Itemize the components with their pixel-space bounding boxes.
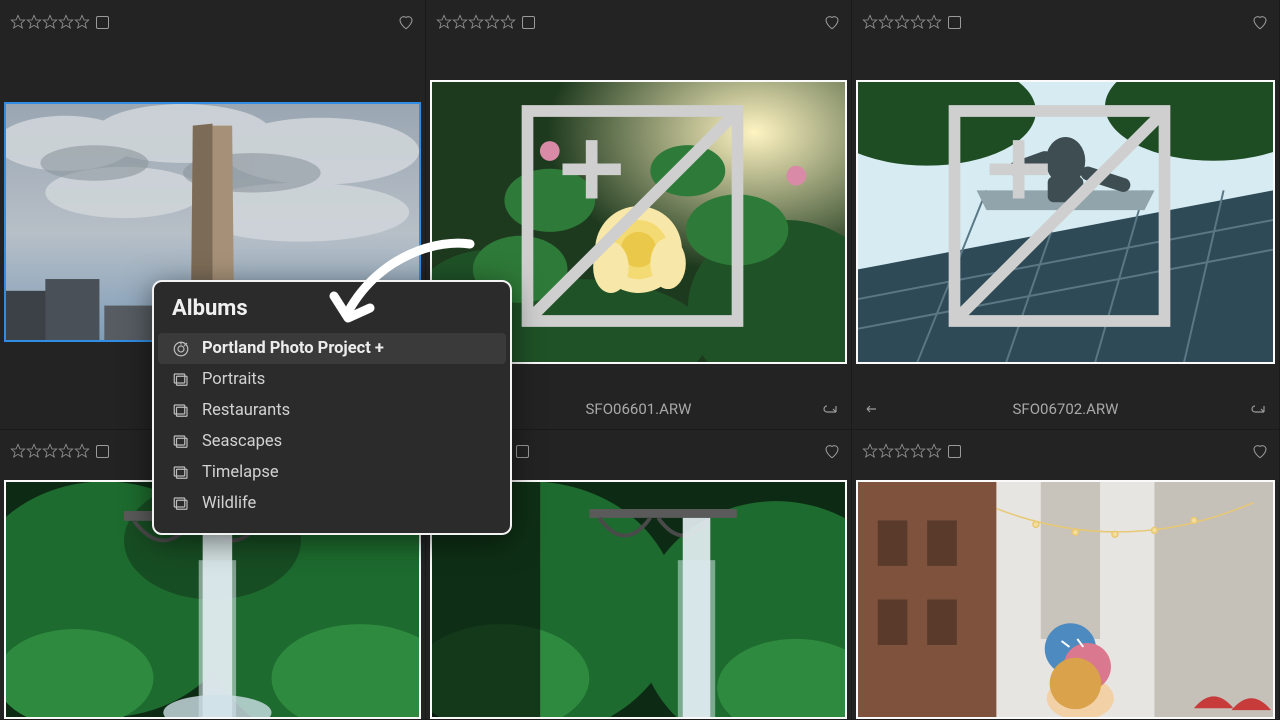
- sync-in-icon: [1249, 400, 1267, 418]
- star-icon[interactable]: [484, 14, 500, 30]
- star-icon[interactable]: [926, 14, 942, 30]
- star-icon[interactable]: [910, 14, 926, 30]
- star-icon[interactable]: [894, 443, 910, 459]
- star-icon[interactable]: [878, 443, 894, 459]
- album-item[interactable]: Seascapes: [158, 426, 506, 457]
- grid-cell[interactable]: [852, 430, 1280, 720]
- star-icon[interactable]: [58, 14, 74, 30]
- star-icon[interactable]: [862, 443, 878, 459]
- star-icon[interactable]: [10, 443, 26, 459]
- filename-label: SFO06702.ARW: [882, 400, 1249, 418]
- album-label: Restaurants: [202, 401, 290, 420]
- heart-icon[interactable]: [397, 13, 415, 31]
- stack-icon: [172, 464, 190, 482]
- sync-out-icon: [864, 400, 882, 418]
- color-label-chip[interactable]: [516, 445, 529, 458]
- star-icon[interactable]: [26, 443, 42, 459]
- star-icon[interactable]: [468, 14, 484, 30]
- star-icon[interactable]: [42, 14, 58, 30]
- exposure-badge-icon: [856, 80, 1267, 356]
- star-icon[interactable]: [436, 14, 452, 30]
- rating-stars[interactable]: [862, 14, 942, 30]
- star-icon[interactable]: [500, 14, 516, 30]
- thumb-meta-top: [426, 0, 851, 42]
- album-item[interactable]: Wildlife: [158, 488, 506, 519]
- album-item[interactable]: Timelapse: [158, 457, 506, 488]
- rating-stars[interactable]: [862, 443, 942, 459]
- heart-icon[interactable]: [823, 442, 841, 460]
- thumb-meta-bottom: SFO06702.ARW: [852, 395, 1279, 423]
- stack-icon: [172, 371, 190, 389]
- thumbnail[interactable]: [856, 80, 1275, 364]
- color-label-chip[interactable]: [96, 16, 109, 29]
- star-icon[interactable]: [58, 443, 74, 459]
- thumbnail[interactable]: [856, 480, 1275, 719]
- rating-stars[interactable]: [436, 14, 516, 30]
- color-label-chip[interactable]: [96, 445, 109, 458]
- color-label-chip[interactable]: [948, 445, 961, 458]
- album-label: Portland Photo Project +: [202, 339, 384, 358]
- star-icon[interactable]: [910, 443, 926, 459]
- heart-icon[interactable]: [1251, 442, 1269, 460]
- album-label: Wildlife: [202, 494, 256, 513]
- star-icon[interactable]: [878, 14, 894, 30]
- target-icon: [172, 340, 190, 358]
- star-icon[interactable]: [894, 14, 910, 30]
- thumb-meta-top: [0, 0, 425, 42]
- thumb-meta-top: [852, 0, 1279, 42]
- album-item[interactable]: Portraits: [158, 364, 506, 395]
- thumb-meta-top: [852, 430, 1279, 470]
- heart-icon[interactable]: [823, 13, 841, 31]
- album-item[interactable]: Restaurants: [158, 395, 506, 426]
- color-label-chip[interactable]: [948, 16, 961, 29]
- heart-icon[interactable]: [1251, 13, 1269, 31]
- albums-popover: Albums Portland Photo Project + Portraits…: [152, 280, 512, 535]
- star-icon[interactable]: [926, 443, 942, 459]
- star-icon[interactable]: [74, 14, 90, 30]
- color-label-chip[interactable]: [522, 16, 535, 29]
- popover-title: Albums: [158, 296, 506, 333]
- album-item[interactable]: Portland Photo Project +: [158, 333, 506, 364]
- star-icon[interactable]: [862, 14, 878, 30]
- album-label: Timelapse: [202, 463, 279, 482]
- star-icon[interactable]: [26, 14, 42, 30]
- star-icon[interactable]: [452, 14, 468, 30]
- stack-icon: [172, 495, 190, 513]
- stack-icon: [172, 402, 190, 420]
- star-icon[interactable]: [10, 14, 26, 30]
- album-label: Seascapes: [202, 432, 282, 451]
- grid-cell[interactable]: SFO06702.ARW: [852, 0, 1280, 430]
- album-label: Portraits: [202, 370, 265, 389]
- sync-in-icon: [821, 400, 839, 418]
- rating-stars[interactable]: [10, 443, 90, 459]
- star-icon[interactable]: [42, 443, 58, 459]
- star-icon[interactable]: [74, 443, 90, 459]
- rating-stars[interactable]: [10, 14, 90, 30]
- stack-icon: [172, 433, 190, 451]
